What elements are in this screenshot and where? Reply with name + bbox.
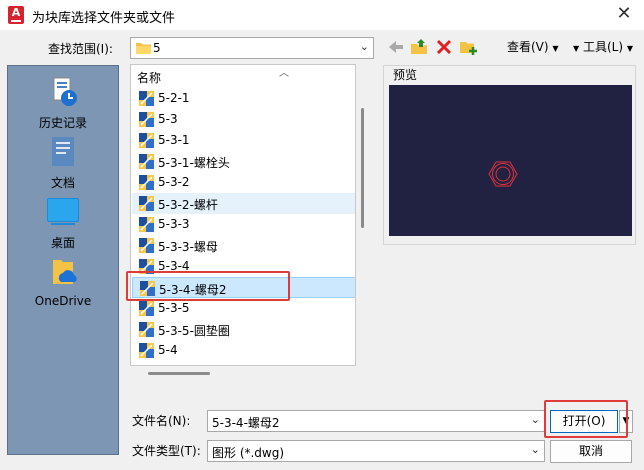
dwg-file-icon: [139, 343, 154, 358]
dwg-file-icon: [139, 301, 154, 316]
dropdown-arrow-icon: ▼: [552, 44, 559, 53]
dropdown-arrow-icon: ▼: [573, 44, 580, 53]
file-row[interactable]: 5-3-2-螺杆: [132, 193, 355, 214]
place-documents[interactable]: 文档: [8, 132, 118, 190]
file-name: 5-3-3-螺母: [158, 240, 218, 254]
places-sidebar: 历史记录 文档 桌面 OneDrive: [7, 65, 119, 455]
filetype-value: 图形 (*.dwg): [212, 446, 285, 460]
file-name: 5-3-2: [158, 175, 190, 189]
lookin-dropdown[interactable]: 5 ⌄: [130, 37, 374, 59]
filetype-label: 文件类型(T):: [132, 444, 201, 458]
place-desktop[interactable]: 桌面: [8, 192, 118, 250]
lookin-value: 5: [153, 41, 161, 55]
up-folder-icon[interactable]: [409, 37, 429, 57]
place-label: 桌面: [50, 236, 75, 250]
file-row[interactable]: 5-3-3: [132, 214, 355, 235]
new-folder-icon[interactable]: [458, 37, 478, 57]
filetype-select[interactable]: 图形 (*.dwg) ⌄: [207, 440, 545, 462]
file-name: 5-3-2-螺杆: [158, 198, 218, 212]
back-arrow-icon[interactable]: [386, 37, 406, 57]
file-row[interactable]: 5-3-2: [132, 172, 355, 193]
place-onedrive[interactable]: OneDrive: [8, 252, 118, 308]
history-icon: [53, 77, 77, 106]
horizontal-scrollbar[interactable]: [148, 372, 210, 375]
place-label: OneDrive: [34, 294, 92, 308]
delete-icon[interactable]: [434, 37, 454, 57]
file-row[interactable]: 5-2-1: [132, 88, 355, 109]
file-name: 5-3-5: [158, 301, 190, 315]
file-row[interactable]: 5-3-5: [132, 298, 355, 319]
place-label: 历史记录: [38, 116, 87, 130]
vertical-scrollbar[interactable]: [361, 108, 364, 228]
dwg-file-icon: [139, 322, 154, 337]
open-annotation-box: [544, 400, 628, 438]
preview-pane: [389, 85, 632, 236]
file-name: 5-3-1: [158, 133, 190, 147]
dropdown-arrow-icon: ▼: [626, 44, 634, 53]
dwg-file-icon: [139, 217, 154, 232]
cancel-button[interactable]: 取消: [550, 440, 632, 463]
tools-menu-label: 工具(L): [582, 40, 624, 54]
dwg-file-icon: [139, 112, 154, 127]
filename-label: 文件名(N):: [132, 414, 191, 428]
selection-annotation-box: [126, 271, 290, 301]
file-name: 5-4: [158, 343, 178, 357]
folder-icon: [136, 43, 151, 54]
file-list[interactable]: ︿ 名称 5-2-1 5-3 5-3-1 5-3-1-螺栓头 5-3-2 5-3-2-螺杆…: [130, 64, 356, 366]
nut-drawing-preview: [488, 161, 518, 187]
file-name: 5-3-3: [158, 217, 190, 231]
file-row[interactable]: 5-3-5-圆垫圈: [132, 319, 355, 340]
documents-icon: [52, 137, 74, 166]
preview-label: 预览: [391, 66, 420, 83]
chevron-down-icon: ⌄: [359, 40, 369, 53]
dwg-file-icon: [139, 154, 154, 169]
chevron-down-icon[interactable]: ⌄: [531, 413, 540, 426]
dwg-file-icon: [139, 196, 154, 211]
window-title: 为块库选择文件夹或文件: [32, 11, 176, 26]
close-button[interactable]: ✕: [612, 4, 636, 26]
file-row[interactable]: 5-3-1-螺栓头: [132, 151, 355, 172]
view-menu[interactable]: 查看(V) ▼: [507, 38, 559, 55]
dwg-file-icon: [139, 238, 154, 253]
dwg-file-icon: [139, 133, 154, 148]
dwg-file-icon: [139, 175, 154, 190]
file-name: 5-3-5-圆垫圈: [158, 324, 230, 338]
place-label: 文档: [50, 176, 75, 190]
column-header-name[interactable]: 名称: [137, 69, 161, 86]
filename-input[interactable]: 5-3-4-螺母2 ⌄: [207, 410, 545, 432]
view-menu-label: 查看(V): [507, 40, 549, 54]
autocad-app-icon: A: [8, 6, 24, 24]
lookin-label: 查找范围(I):: [48, 42, 113, 56]
filename-value: 5-3-4-螺母2: [212, 416, 280, 430]
sort-ascending-icon: ︿: [279, 68, 289, 79]
file-name: 5-3-1-螺栓头: [158, 156, 230, 170]
onedrive-icon: [53, 260, 77, 284]
file-name: 5-3: [158, 112, 178, 126]
dwg-file-icon: [139, 91, 154, 106]
file-name: 5-2-1: [158, 91, 190, 105]
title-bar: A 为块库选择文件夹或文件 ✕: [0, 0, 644, 30]
tools-menu[interactable]: ▼ 工具(L) ▼: [573, 38, 633, 55]
file-row[interactable]: 5-3-3-螺母: [132, 235, 355, 256]
desktop-icon: [47, 198, 79, 225]
chevron-down-icon[interactable]: ⌄: [531, 443, 540, 456]
file-row[interactable]: 5-3-1: [132, 130, 355, 151]
place-history[interactable]: 历史记录: [8, 72, 118, 130]
file-row[interactable]: 5-3: [132, 109, 355, 130]
file-row[interactable]: 5-4: [132, 340, 355, 361]
